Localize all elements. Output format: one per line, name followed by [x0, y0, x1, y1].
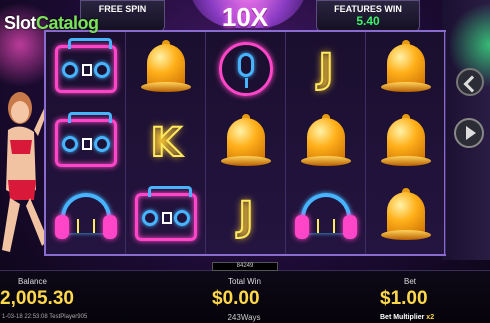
features-win-label: FEATURES WIN	[334, 4, 402, 14]
bet-value[interactable]: $1.00	[380, 288, 428, 310]
reel-symbol-cell	[366, 180, 446, 254]
reel-symbol-cell	[126, 32, 206, 106]
features-win-value: 5.40	[356, 14, 380, 28]
bet-multiplier-value: x2	[426, 314, 435, 321]
reel-symbol-cell	[46, 180, 126, 254]
bell-symbol	[221, 114, 271, 172]
letter-symbol: K	[150, 119, 183, 167]
boombox-symbol	[135, 186, 197, 241]
balance-value: 2,005.30	[0, 288, 74, 309]
bell-symbol	[381, 114, 431, 172]
reel-symbol-cell	[206, 32, 286, 106]
reel-symbol-cell	[206, 106, 286, 180]
reel-5	[366, 32, 446, 254]
balance-label: Balance	[18, 277, 47, 286]
game-stage: 10X FREE SPIN FEATURES WIN 5.40 KJJ Slot…	[0, 0, 490, 323]
bell-symbol	[301, 114, 351, 172]
reel-symbol-cell	[46, 32, 126, 106]
reel-2: K	[126, 32, 206, 254]
reel-symbol-cell	[366, 32, 446, 106]
spin-button[interactable]	[454, 118, 484, 148]
features-win-panel: FEATURES WIN 5.40	[316, 0, 420, 32]
reel-symbol-cell: J	[206, 180, 286, 254]
bell-symbol	[381, 40, 431, 98]
total-win-value: $0.00	[212, 288, 260, 309]
play-icon	[465, 126, 476, 140]
reel-4: J	[286, 32, 366, 254]
boombox-symbol	[55, 112, 117, 167]
ticket-number: 84249	[212, 262, 278, 271]
reel-grid: K J J	[44, 30, 446, 256]
reel-1	[46, 32, 126, 254]
letter-symbol: J	[318, 45, 335, 93]
bell-symbol	[141, 40, 191, 98]
headphones-symbol	[55, 191, 117, 243]
bet-multiplier: Bet Multiplier x2	[380, 314, 434, 321]
session-footer: 1-03-18 22:53:08 TestPlayer905	[2, 314, 88, 320]
reel-symbol-cell	[46, 106, 126, 180]
boombox-symbol	[55, 38, 117, 93]
logo-part-1: Slot	[4, 13, 37, 33]
total-win-label: Total Win	[228, 277, 261, 286]
reel-symbol-cell: J	[286, 32, 366, 106]
bet-multiplier-label: Bet Multiplier	[380, 314, 425, 321]
letter-symbol: J	[238, 193, 255, 241]
reel-symbol-cell	[126, 180, 206, 254]
multiplier-display: 10X	[221, 2, 269, 32]
reel-symbol-cell	[286, 106, 366, 180]
headphones-symbol	[295, 191, 357, 243]
reel-3: J	[206, 32, 286, 254]
menu-button[interactable]	[456, 68, 484, 96]
slotcatalog-watermark: SlotCatalog	[4, 13, 99, 34]
microphone-symbol	[219, 42, 273, 96]
logo-part-2: Catalog	[36, 13, 99, 33]
reel-symbol-cell	[286, 180, 366, 254]
reel-symbol-cell	[366, 106, 446, 180]
reel-symbol-cell: K	[126, 106, 206, 180]
ways-label: 243Ways	[227, 313, 261, 322]
bet-label: Bet	[404, 277, 417, 286]
bell-symbol	[381, 188, 431, 246]
